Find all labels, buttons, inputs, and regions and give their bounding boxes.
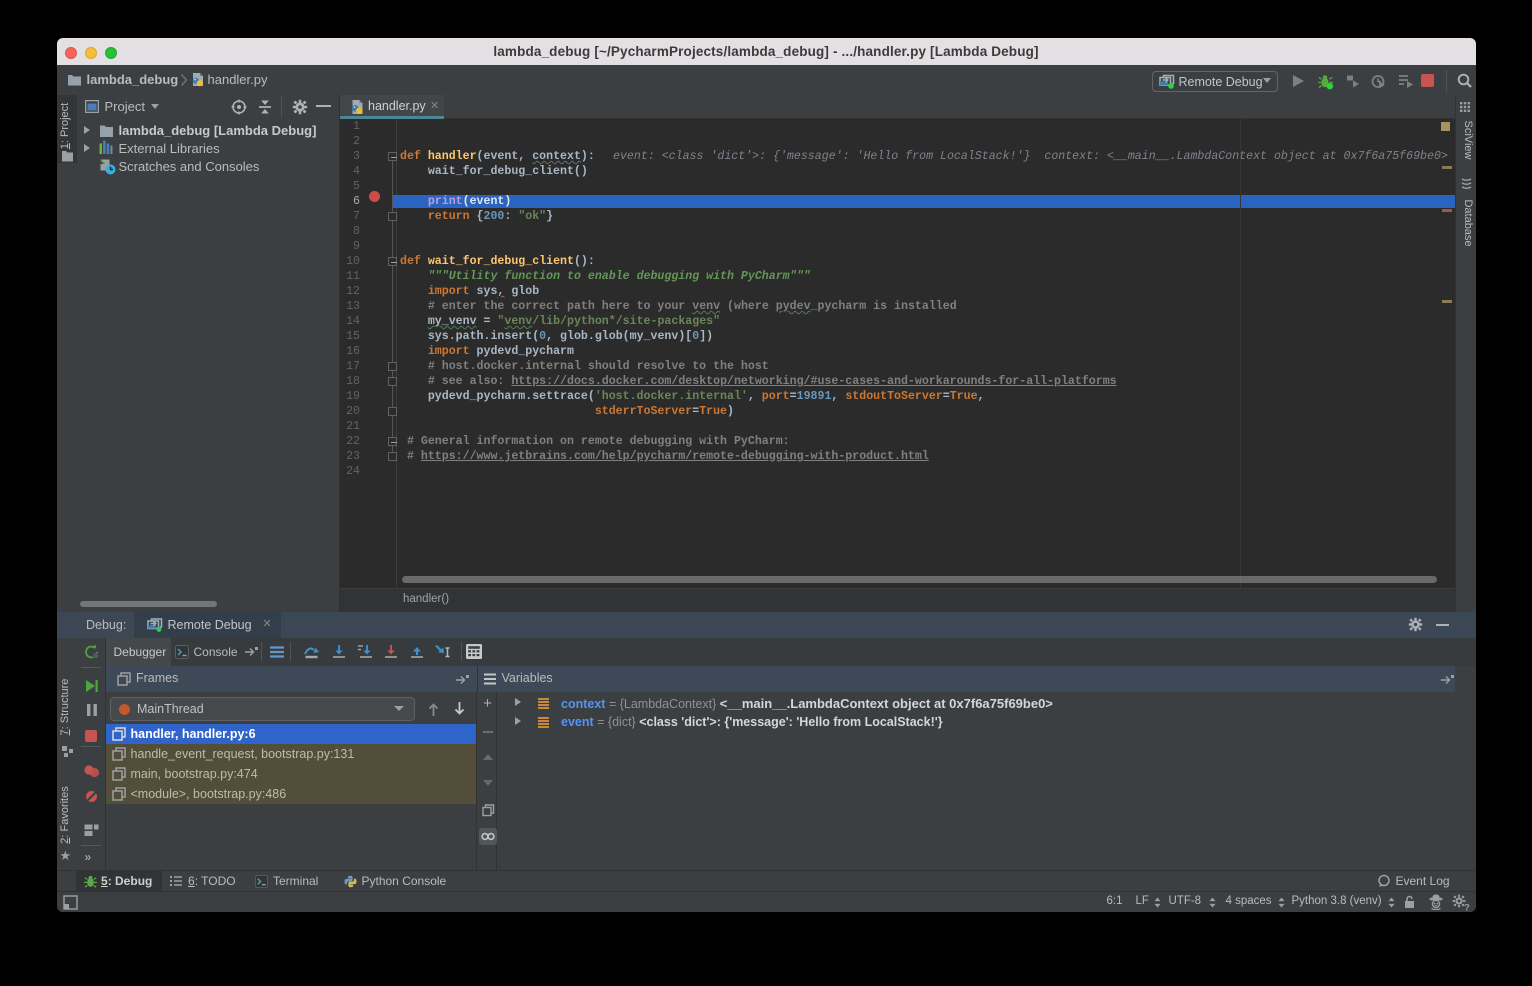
svg-text:?: ? [1464,903,1470,912]
